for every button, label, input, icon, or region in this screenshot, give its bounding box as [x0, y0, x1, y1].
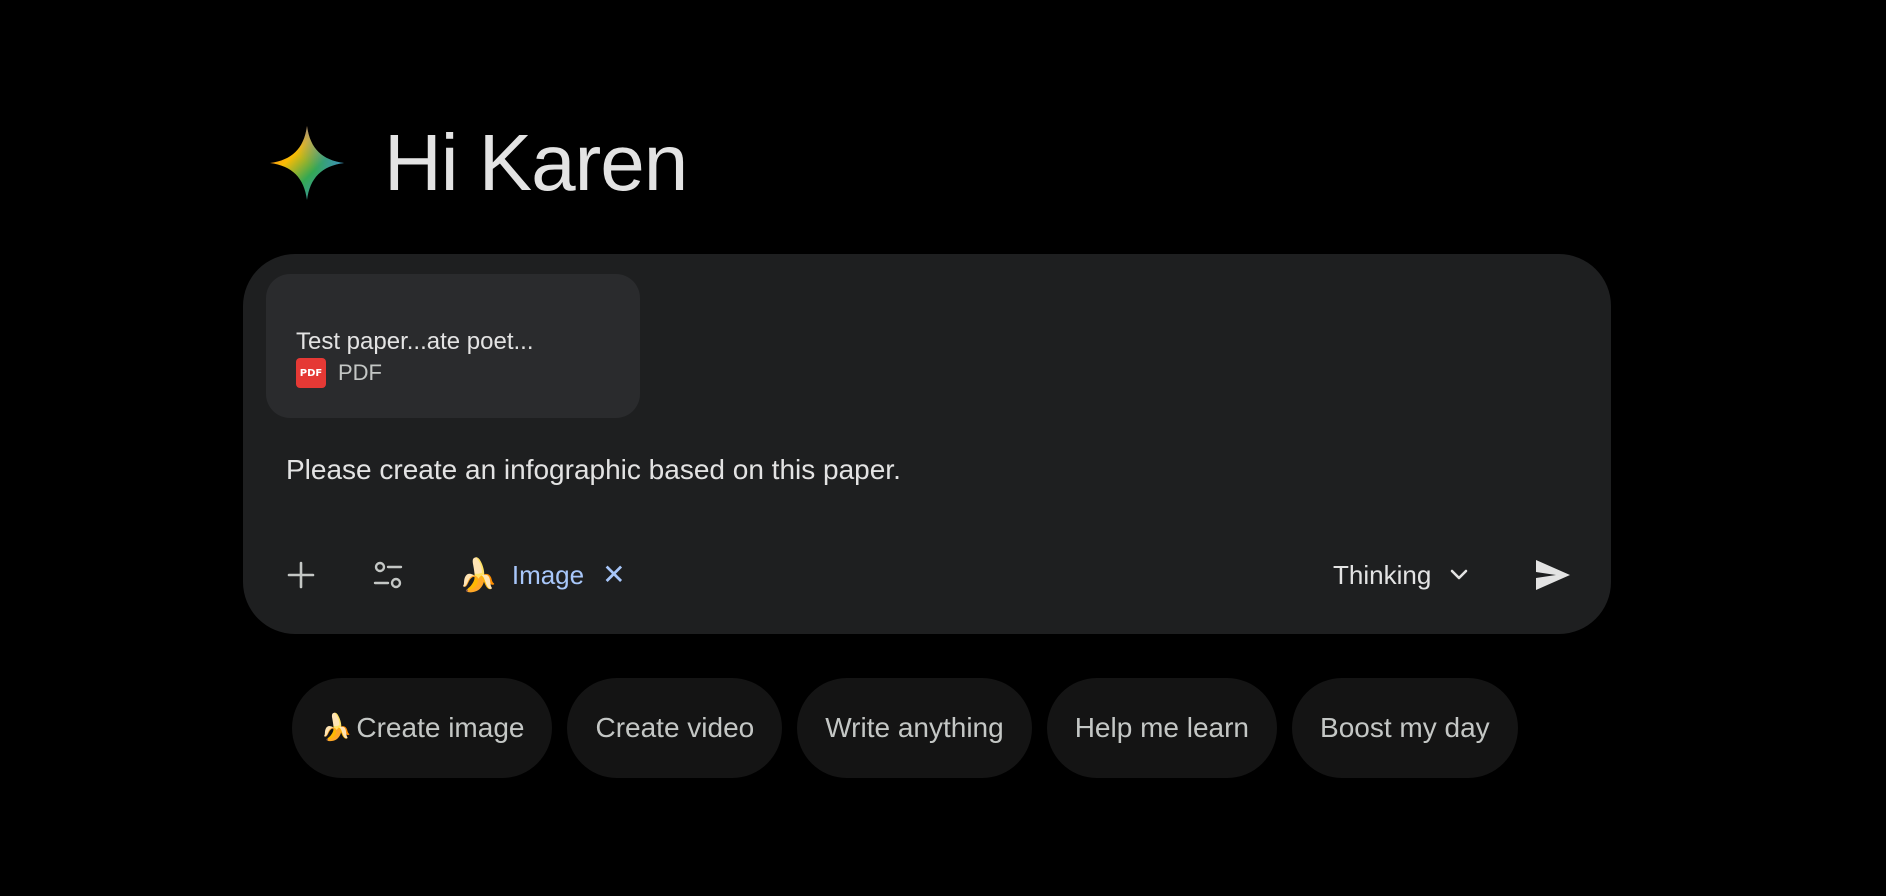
composer-toolbar: 🍌 Image ✕ Thinking: [243, 550, 1611, 600]
attachment-card[interactable]: Test paper...ate poet... PDF PDF: [266, 274, 640, 418]
image-tool-chip[interactable]: 🍌 Image ✕: [458, 552, 626, 598]
prompt-input[interactable]: Please create an infographic based on th…: [286, 454, 901, 486]
tools-sliders-icon: [373, 561, 403, 589]
greeting-title: Hi Karen: [384, 118, 688, 207]
attachment-meta: PDF PDF: [296, 358, 382, 388]
banana-icon: 🍌: [320, 713, 353, 743]
mode-label: Thinking: [1333, 559, 1432, 590]
send-icon: [1536, 560, 1570, 590]
suggestion-boost-my-day[interactable]: Boost my day: [1292, 678, 1518, 778]
close-icon[interactable]: ✕: [602, 561, 625, 589]
add-button[interactable]: [276, 550, 326, 600]
send-button[interactable]: [1529, 552, 1577, 598]
suggestion-label: Boost my day: [1320, 712, 1490, 743]
banana-icon: 🍌: [458, 556, 498, 594]
page: Hi Karen Test paper...ate poet... PDF PD…: [0, 0, 1886, 896]
tools-button[interactable]: [363, 550, 413, 600]
greeting: Hi Karen: [270, 118, 688, 208]
prompt-composer: Test paper...ate poet... PDF PDF Please …: [243, 254, 1611, 634]
suggestion-label: Create image: [356, 712, 525, 743]
gemini-spark-icon: [270, 126, 344, 200]
suggestion-label: Write anything: [825, 712, 1004, 743]
suggestion-help-me-learn[interactable]: Help me learn: [1046, 678, 1278, 778]
suggestion-write-anything[interactable]: Write anything: [797, 678, 1032, 778]
image-chip-label: Image: [511, 559, 585, 590]
suggestion-label: Help me learn: [1074, 712, 1250, 743]
attachment-type-label: PDF: [338, 360, 382, 385]
suggestion-chips: 🍌 Create image Create video Write anythi…: [292, 678, 1518, 778]
pdf-icon: PDF: [296, 358, 326, 388]
suggestion-label: Create video: [595, 712, 755, 743]
attachment-title: Test paper...ate poet...: [296, 328, 534, 355]
mode-selector[interactable]: Thinking: [1333, 554, 1469, 596]
suggestion-create-image[interactable]: 🍌 Create image: [292, 678, 553, 778]
chevron-down-icon: [1450, 569, 1468, 580]
suggestion-create-video[interactable]: Create video: [567, 678, 783, 778]
plus-icon: [287, 561, 315, 589]
